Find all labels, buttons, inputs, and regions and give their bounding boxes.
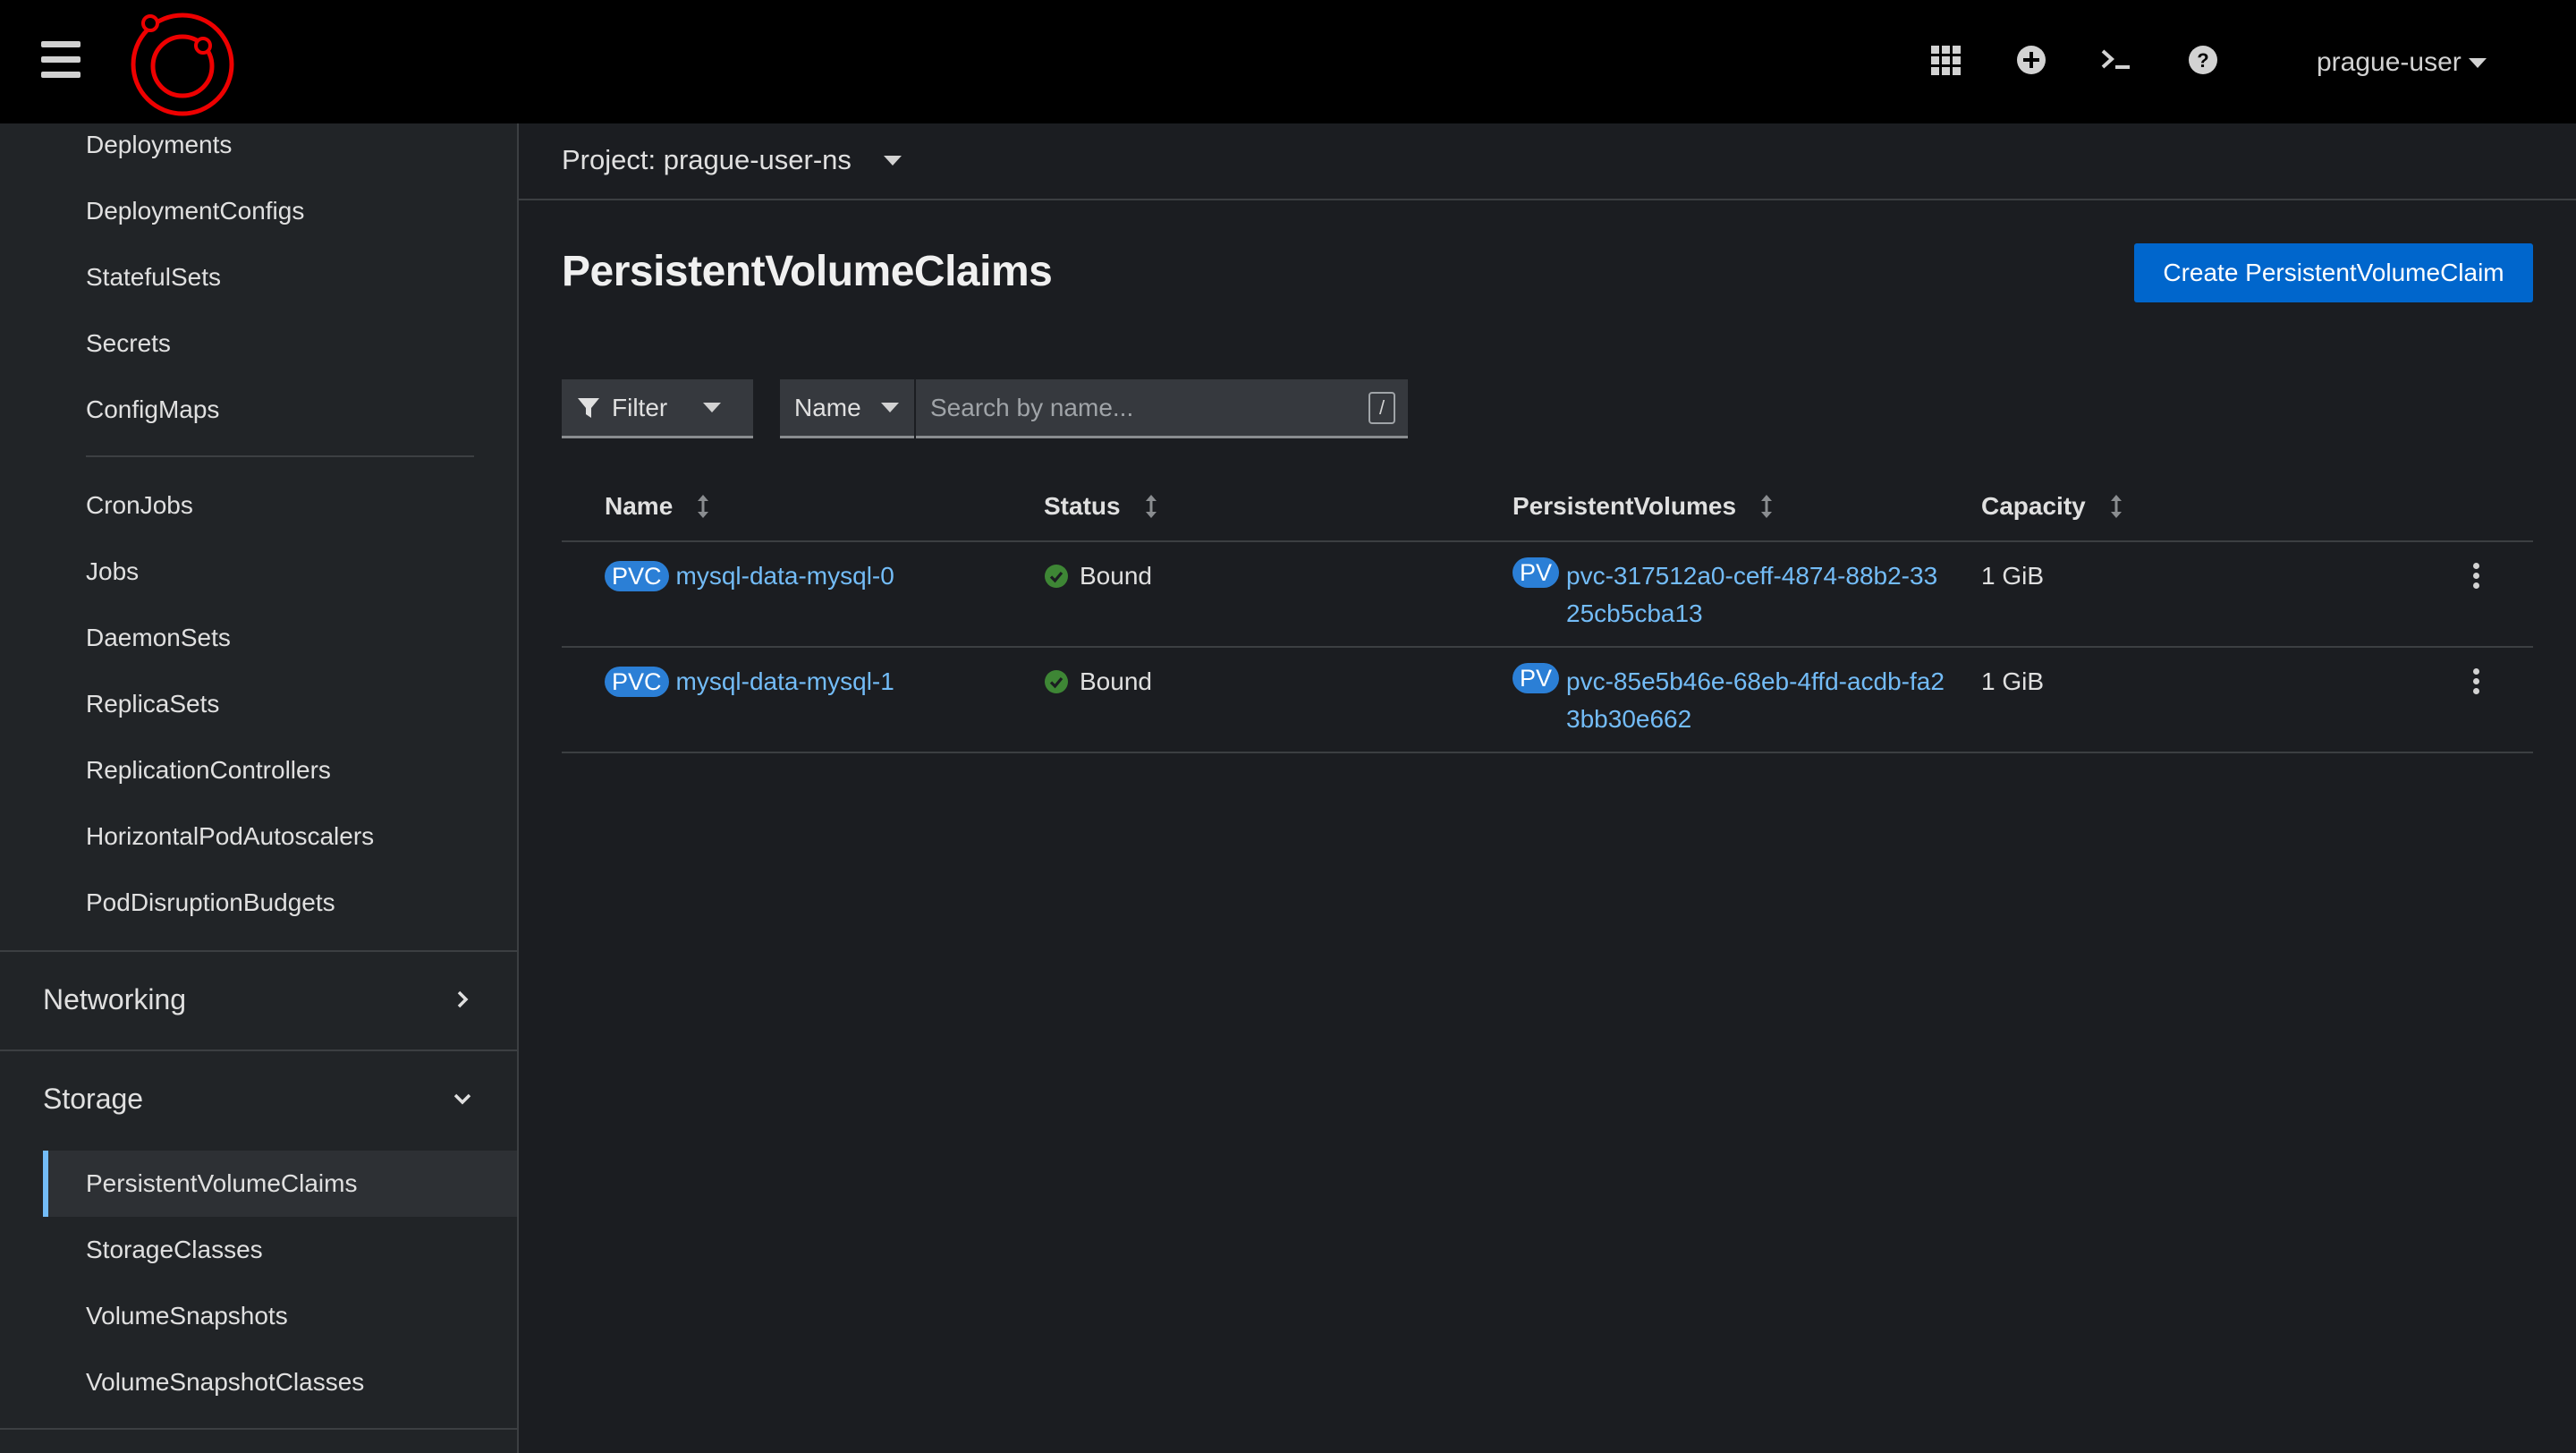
masthead: ? prague-user [0, 0, 2576, 123]
chevron-right-icon [457, 990, 469, 1008]
sidebar-item-cronjobs[interactable]: CronJobs [86, 480, 193, 531]
sidebar-item-configmaps[interactable]: ConfigMaps [86, 384, 219, 436]
hamburger-menu-icon[interactable] [41, 39, 88, 81]
sidebar-item-volumesnapshots[interactable]: VolumeSnapshots [86, 1290, 288, 1342]
table-row-status: Bound [1044, 557, 1152, 595]
page-title: PersistentVolumeClaims [562, 248, 1053, 295]
nav-group-networking[interactable]: Networking [43, 973, 472, 1026]
search-input[interactable] [930, 388, 1351, 428]
filter-label: Filter [612, 393, 668, 421]
sidebar-item-poddisruptionbudgets[interactable]: PodDisruptionBudgets [86, 877, 335, 929]
pvc-badge: PVC [605, 561, 669, 591]
pvc-link[interactable]: mysql-data-mysql-0 [676, 562, 894, 590]
pv-badge: PV [1513, 557, 1560, 588]
column-label: Name [605, 492, 674, 520]
table-divider [562, 540, 2533, 542]
user-menu[interactable]: prague-user [2317, 43, 2487, 82]
caret-down-icon [883, 155, 902, 166]
kebab-menu-icon[interactable] [2465, 667, 2487, 697]
table-row-name: PVC mysql-data-mysql-0 [605, 557, 894, 595]
filter-icon [578, 397, 599, 418]
table-divider [562, 752, 2533, 753]
caret-down-icon [880, 403, 899, 412]
main-content: Project: prague-user-ns PersistentVolume… [519, 123, 2576, 1453]
column-label: Capacity [1981, 492, 2086, 520]
filter-type-select[interactable]: Name [780, 379, 914, 438]
table-row-name: PVC mysql-data-mysql-1 [605, 663, 894, 701]
sidebar-item-deploymentconfigs[interactable]: DeploymentConfigs [86, 185, 304, 237]
sidebar-item-volumesnapshotclasses[interactable]: VolumeSnapshotClasses [86, 1356, 364, 1408]
nav-group-label: Networking [43, 982, 187, 1015]
create-pvc-button[interactable]: Create PersistentVolumeClaim [2134, 243, 2533, 302]
check-circle-icon [1045, 565, 1068, 588]
help-icon[interactable]: ? [2182, 39, 2224, 81]
sidebar-item-statefulsets[interactable]: StatefulSets [86, 251, 221, 303]
column-label: PersistentVolumes [1513, 492, 1737, 520]
sidebar-item-replicasets[interactable]: ReplicaSets [86, 678, 219, 730]
caret-down-icon [2468, 57, 2487, 68]
pvc-link[interactable]: mysql-data-mysql-1 [676, 667, 894, 695]
nav-divider [86, 455, 474, 457]
nav-group-label: Storage [43, 1082, 144, 1115]
column-header-persistentvolumes[interactable]: PersistentVolumes [1513, 487, 1774, 526]
project-bar: Project: prague-user-ns [519, 123, 2576, 200]
nav-group-storage[interactable]: Storage [43, 1072, 472, 1126]
section-divider [0, 950, 517, 952]
status-text: Bound [1080, 667, 1152, 695]
sidebar-item-secrets[interactable]: Secrets [86, 318, 171, 370]
sidebar-item-replicationcontrollers[interactable]: ReplicationControllers [86, 744, 331, 796]
column-header-status[interactable]: Status [1044, 487, 1158, 526]
column-header-capacity[interactable]: Capacity [1981, 487, 2123, 526]
sidebar-item-deployments[interactable]: Deployments [86, 123, 232, 171]
sort-icon [1761, 495, 1773, 518]
openshift-logo[interactable] [125, 7, 236, 118]
caret-down-icon [703, 403, 722, 412]
status-text: Bound [1080, 562, 1152, 590]
filter-dropdown[interactable]: Filter [562, 379, 753, 438]
table-row-status: Bound [1044, 663, 1152, 701]
section-divider [0, 1428, 517, 1430]
sidebar-item-storageclasses[interactable]: StorageClasses [86, 1224, 263, 1276]
project-selector[interactable]: Project: prague-user-ns [562, 138, 902, 183]
grid-icon[interactable] [1925, 39, 1966, 81]
sort-icon [1145, 495, 1157, 518]
table-row-capacity: 1 GiB [1981, 562, 2045, 590]
section-divider [0, 1049, 517, 1051]
table-row-pv: PV pvc-317512a0-ceff-4874-88b2-3325cb5cb… [1513, 557, 1951, 633]
keyboard-shortcut-hint: / [1368, 392, 1395, 424]
table-row-capacity: 1 GiB [1981, 667, 2045, 695]
table-divider [562, 646, 2533, 648]
sort-icon [698, 495, 709, 518]
table-row-pv: PV pvc-85e5b46e-68eb-4ffd-acdb-fa23bb30e… [1513, 663, 1951, 738]
sidebar-item-jobs[interactable]: Jobs [86, 546, 139, 598]
terminal-icon[interactable] [2097, 39, 2138, 81]
pvc-badge: PVC [605, 667, 669, 697]
active-item-indicator [43, 1151, 48, 1217]
kebab-menu-icon[interactable] [2465, 561, 2487, 591]
user-name: prague-user [2317, 47, 2462, 77]
sidebar-item-persistentvolumeclaims[interactable]: PersistentVolumeClaims [86, 1158, 357, 1210]
column-header-name[interactable]: Name [605, 487, 710, 526]
check-circle-icon [1045, 670, 1068, 693]
search-box: / [916, 379, 1408, 438]
sidebar: Deployments DeploymentConfigs StatefulSe… [0, 123, 519, 1453]
plus-circle-icon[interactable] [2011, 39, 2052, 81]
column-label: Status [1044, 492, 1121, 520]
chevron-down-icon [453, 1093, 471, 1105]
sidebar-item-horizontalpodautoscalers[interactable]: HorizontalPodAutoscalers [86, 811, 374, 862]
pv-link[interactable]: pvc-317512a0-ceff-4874-88b2-3325cb5cba13 [1566, 557, 1951, 633]
project-label: Project: prague-user-ns [562, 144, 852, 175]
pv-link[interactable]: pvc-85e5b46e-68eb-4ffd-acdb-fa23bb30e662 [1566, 663, 1951, 738]
sidebar-item-daemonsets[interactable]: DaemonSets [86, 612, 231, 664]
svg-text:?: ? [2197, 49, 2208, 72]
filter-type-label: Name [794, 393, 861, 421]
sort-icon [2110, 495, 2122, 518]
pv-badge: PV [1513, 663, 1560, 693]
